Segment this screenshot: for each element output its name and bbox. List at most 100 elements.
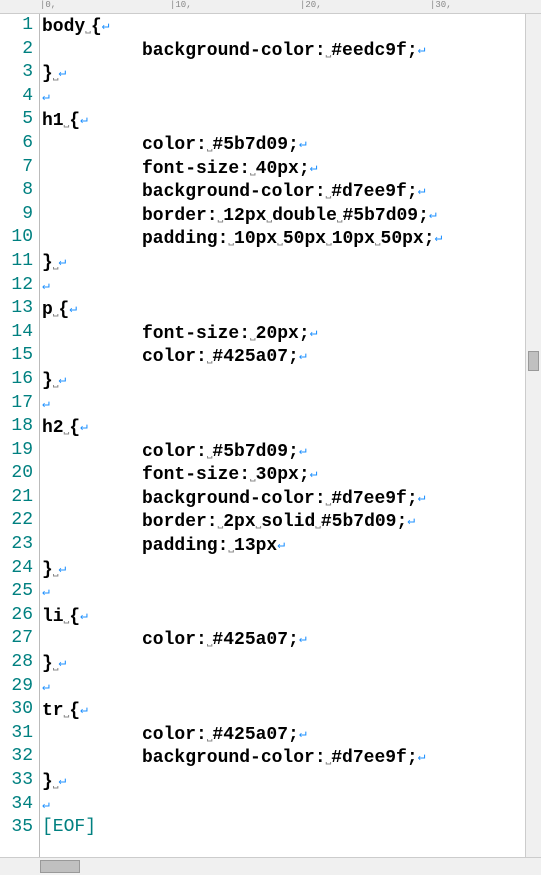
return-marker-icon: ↵	[42, 396, 50, 411]
return-marker-icon: ↵	[58, 254, 66, 269]
line-number: 2	[0, 38, 33, 62]
code-line[interactable]: }⎵↵	[42, 769, 541, 793]
code-token: #d7ee9f;	[331, 182, 417, 202]
code-token: font-size:	[142, 465, 250, 485]
code-token: {	[69, 701, 80, 721]
line-number: 35	[0, 816, 33, 840]
code-token: tr	[42, 701, 64, 721]
line-number: 5	[0, 108, 33, 132]
return-marker-icon: ↵	[277, 537, 285, 552]
code-line[interactable]: ↵	[42, 392, 541, 416]
line-number: 13	[0, 297, 33, 321]
code-line[interactable]: h2⎵{↵	[42, 415, 541, 439]
ruler-mark: |0,	[40, 0, 56, 10]
horizontal-scrollbar-thumb[interactable]	[40, 860, 80, 873]
line-number: 9	[0, 203, 33, 227]
code-token: {	[69, 607, 80, 627]
code-content[interactable]: body⎵{↵background-color:⎵#eedc9f;↵}⎵↵↵h1…	[40, 14, 541, 857]
code-token: #5b7d09;	[321, 512, 407, 532]
code-token: background-color:	[142, 41, 326, 61]
code-line[interactable]: color:⎵#5b7d09;↵	[42, 439, 541, 463]
code-line[interactable]: color:⎵#425a07;↵	[42, 722, 541, 746]
return-marker-icon: ↵	[58, 655, 66, 670]
code-token: body	[42, 17, 85, 37]
code-token: }	[42, 772, 53, 792]
code-line[interactable]: }⎵↵	[42, 61, 541, 85]
code-line[interactable]: background-color:⎵#d7ee9f;↵	[42, 745, 541, 769]
code-line[interactable]: ↵	[42, 793, 541, 817]
vertical-scrollbar-thumb[interactable]	[528, 351, 539, 371]
line-number: 19	[0, 439, 33, 463]
code-token: color:	[142, 135, 207, 155]
code-token: }	[42, 560, 53, 580]
code-token: }	[42, 253, 53, 273]
code-token: {	[69, 111, 80, 131]
return-marker-icon: ↵	[407, 513, 415, 528]
return-marker-icon: ↵	[80, 112, 88, 127]
return-marker-icon: ↵	[69, 301, 77, 316]
code-token: 10px	[332, 229, 375, 249]
line-number: 20	[0, 462, 33, 486]
code-token: {	[58, 300, 69, 320]
code-line[interactable]: ↵	[42, 580, 541, 604]
code-line[interactable]: font-size:⎵30px;↵	[42, 462, 541, 486]
code-token: background-color:	[142, 489, 326, 509]
line-number: 28	[0, 651, 33, 675]
code-line[interactable]: body⎵{↵	[42, 14, 541, 38]
line-number: 4	[0, 85, 33, 109]
code-line[interactable]: li⎵{↵	[42, 604, 541, 628]
code-token: padding:	[142, 229, 228, 249]
code-line[interactable]: padding:⎵13px↵	[42, 533, 541, 557]
code-line[interactable]: ↵	[42, 274, 541, 298]
return-marker-icon: ↵	[58, 372, 66, 387]
return-marker-icon: ↵	[418, 749, 426, 764]
return-marker-icon: ↵	[42, 278, 50, 293]
code-line[interactable]: background-color:⎵#eedc9f;↵	[42, 38, 541, 62]
code-line[interactable]: }⎵↵	[42, 250, 541, 274]
code-line[interactable]: color:⎵#425a07;↵	[42, 627, 541, 651]
code-line[interactable]: }⎵↵	[42, 557, 541, 581]
code-line[interactable]: background-color:⎵#d7ee9f;↵	[42, 179, 541, 203]
code-token: #425a07;	[212, 630, 298, 650]
line-number: 24	[0, 557, 33, 581]
code-token: #425a07;	[212, 725, 298, 745]
code-line[interactable]: p⎵{↵	[42, 297, 541, 321]
vertical-scrollbar[interactable]	[525, 14, 541, 857]
horizontal-scrollbar[interactable]	[0, 857, 541, 875]
code-line[interactable]: font-size:⎵40px;↵	[42, 156, 541, 180]
code-token: li	[42, 607, 64, 627]
line-number: 11	[0, 250, 33, 274]
return-marker-icon: ↵	[418, 42, 426, 57]
code-line[interactable]: h1⎵{↵	[42, 108, 541, 132]
code-line[interactable]: tr⎵{↵	[42, 698, 541, 722]
code-line[interactable]: padding:⎵10px⎵50px⎵10px⎵50px;↵	[42, 226, 541, 250]
code-line[interactable]: ↵	[42, 675, 541, 699]
code-line[interactable]: border:⎵2px⎵solid⎵#5b7d09;↵	[42, 509, 541, 533]
return-marker-icon: ↵	[42, 89, 50, 104]
code-line[interactable]: ↵	[42, 85, 541, 109]
code-line[interactable]: font-size:⎵20px;↵	[42, 321, 541, 345]
code-token: background-color:	[142, 748, 326, 768]
code-line[interactable]: }⎵↵	[42, 368, 541, 392]
line-number: 29	[0, 675, 33, 699]
code-token: padding:	[142, 536, 228, 556]
code-line[interactable]: background-color:⎵#d7ee9f;↵	[42, 486, 541, 510]
code-token: double	[272, 206, 337, 226]
return-marker-icon: ↵	[299, 726, 307, 741]
code-line[interactable]: }⎵↵	[42, 651, 541, 675]
line-number: 30	[0, 698, 33, 722]
return-marker-icon: ↵	[102, 18, 110, 33]
return-marker-icon: ↵	[58, 561, 66, 576]
editor-area[interactable]: 1234567891011121314151617181920212223242…	[0, 14, 541, 857]
code-token: border:	[142, 512, 218, 532]
code-token: {	[69, 418, 80, 438]
ruler-mark: |20,	[300, 0, 322, 10]
code-line[interactable]: border:⎵12px⎵double⎵#5b7d09;↵	[42, 203, 541, 227]
code-line[interactable]: color:⎵#5b7d09;↵	[42, 132, 541, 156]
return-marker-icon: ↵	[299, 631, 307, 646]
line-number: 21	[0, 486, 33, 510]
ruler: |0, |10, |20, |30,	[0, 0, 541, 14]
code-line[interactable]: color:⎵#425a07;↵	[42, 344, 541, 368]
code-line[interactable]: [EOF]	[42, 816, 541, 840]
code-token: p	[42, 300, 53, 320]
